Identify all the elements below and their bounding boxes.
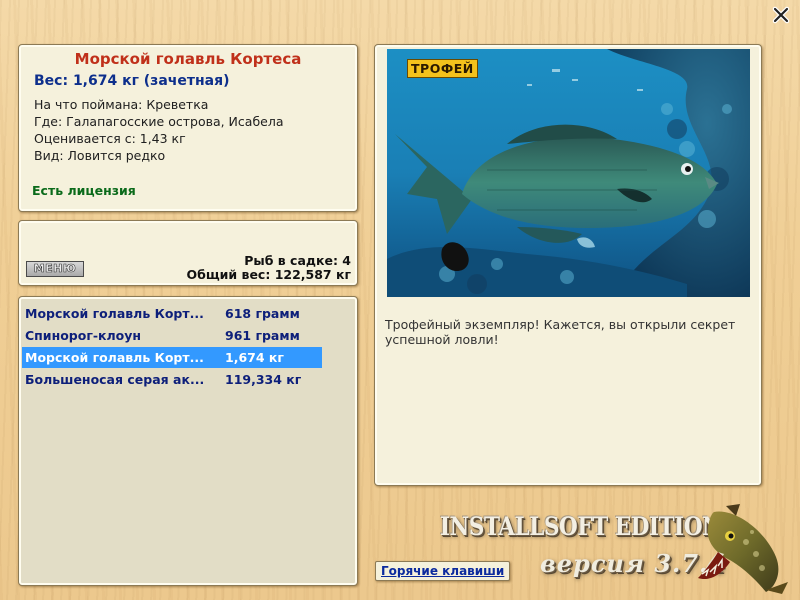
fish-info-panel: Морской голавль Кортеса Вес: 1,674 кг (з… bbox=[18, 44, 358, 212]
catch-weight: 618 грамм bbox=[225, 306, 300, 321]
fish-count: Рыб в садке: 4 bbox=[244, 253, 351, 268]
location-line: Где: Галапагосские острова, Исабела bbox=[34, 114, 284, 129]
keepnet-stats: Рыб в садке: 4 Общий вес: 122,587 кг bbox=[187, 254, 352, 282]
hotkeys-link[interactable]: Горячие клавиши bbox=[375, 561, 511, 581]
fish-title: Морской голавль Кортеса bbox=[74, 50, 302, 68]
license-status: Есть лицензия bbox=[32, 183, 136, 198]
catch-weight: 119,334 кг bbox=[225, 372, 302, 387]
menu-button[interactable]: МЕНЮ bbox=[26, 261, 84, 277]
catch-list-item-selected[interactable]: Морской голавль Корт... 1,674 кг bbox=[22, 347, 322, 368]
total-weight: Общий вес: 122,587 кг bbox=[186, 267, 352, 282]
catch-weight: 1,674 кг bbox=[225, 350, 284, 365]
pike-fish-logo bbox=[698, 504, 788, 594]
fish-photo: ТРОФЕЙ bbox=[387, 49, 750, 297]
catch-name: Большеносая серая ак... bbox=[25, 372, 205, 387]
keepnet-stats-panel: МЕНЮ Рыб в садке: 4 Общий вес: 122,587 к… bbox=[18, 220, 358, 286]
catch-name: Морской голавль Корт... bbox=[25, 350, 204, 365]
catch-list-item[interactable]: Большеносая серая ак... 119,334 кг bbox=[22, 369, 322, 390]
catch-list-item[interactable]: Спинорог-клоун 961 грамм bbox=[22, 325, 322, 346]
trophy-badge: ТРОФЕЙ bbox=[407, 59, 478, 78]
catch-name: Морской голавль Корт... bbox=[25, 306, 204, 321]
edition-logo-text: INSTALLSOFT EDITION bbox=[440, 512, 722, 541]
valued-line: Оценивается с: 1,43 кг bbox=[34, 131, 186, 146]
close-icon bbox=[772, 6, 790, 24]
close-button[interactable] bbox=[772, 6, 790, 24]
photo-description: Трофейный экземпляр! Кажется, вы открыли… bbox=[385, 317, 736, 347]
underwater-fish-image bbox=[387, 49, 750, 297]
catch-name: Спинорог-клоун bbox=[25, 328, 142, 343]
fish-weight: Вес: 1,674 кг (зачетная) bbox=[34, 73, 230, 89]
fish-photo-panel: ТРОФЕЙ Трофейный экземпляр! Кажется, вы … bbox=[374, 44, 762, 486]
catch-list-panel: Морской голавль Корт... 618 грамм Спинор… bbox=[18, 296, 358, 586]
catch-weight: 961 грамм bbox=[225, 328, 300, 343]
fish-details: На что поймана: Креветка Где: Галапагосс… bbox=[34, 96, 284, 164]
catch-list-item[interactable]: Морской голавль Корт... 618 грамм bbox=[22, 303, 322, 324]
kind-line: Вид: Ловится редко bbox=[34, 148, 166, 163]
bait-line: На что поймана: Креветка bbox=[34, 97, 209, 112]
